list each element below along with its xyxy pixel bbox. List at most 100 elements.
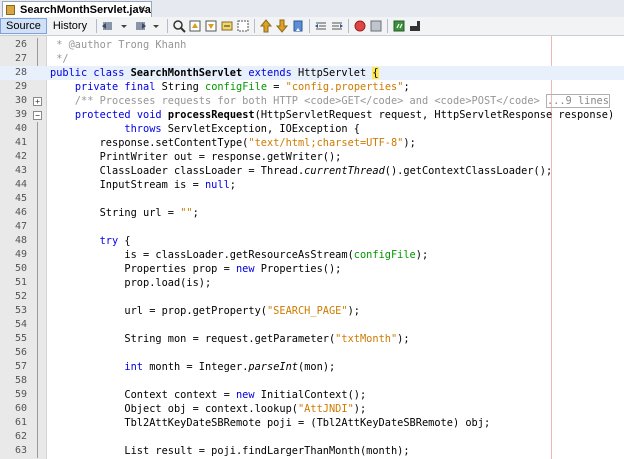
toggle-bookmark-icon[interactable] [290,18,306,34]
code-line[interactable]: 27 */ [0,52,624,66]
file-tab-title[interactable]: SearchMonthServlet.java [20,4,151,16]
code-line[interactable]: 59 Context context = new InitialContext(… [0,388,624,402]
line-number: 57 [14,361,27,372]
code-line[interactable]: 52 [0,290,624,304]
comment-icon[interactable] [391,18,407,34]
code-text: private final String configFile = "confi… [74,81,410,93]
code-line[interactable]: 44 InputStream is = null; [0,178,624,192]
history-forward-icon[interactable] [132,18,148,34]
editor-window: SearchMonthServlet.java × Source History [0,0,624,459]
file-tab[interactable]: SearchMonthServlet.java × [2,1,152,17]
next-bookmark-icon[interactable] [274,18,290,34]
code-editor[interactable]: 26 * @author Trong Khanh 27 */28 public cl… [0,36,624,459]
find-prev-icon[interactable] [187,18,203,34]
code-line[interactable]: 26 * @author Trong Khanh [0,38,624,52]
code-text: InputStream is = null; [50,179,236,191]
line-number: 41 [14,137,27,148]
line-number: 28 [14,67,27,78]
history-back-dropdown-icon[interactable] [116,18,132,34]
toggle-rect-select-icon[interactable] [235,18,251,34]
expand-fold-icon[interactable]: + [33,97,42,106]
code-line[interactable]: 41 response.setContentType("text/html;ch… [0,136,624,150]
stop-macro-icon[interactable] [368,18,384,34]
history-view-button[interactable]: History [47,18,93,34]
code-line[interactable]: 40 throws ServletException, IOException … [0,122,624,136]
line-number: 62 [14,431,27,442]
code-line[interactable]: 50 Properties prop = new Properties(); [0,262,624,276]
line-number: 43 [14,165,27,176]
code-line[interactable]: 57 int month = Integer.parseInt(mon); [0,360,624,374]
code-line[interactable]: 42 PrintWriter out = response.getWriter(… [0,150,624,164]
source-view-button[interactable]: Source [0,18,47,34]
toolbar-separator [254,19,256,33]
line-number: 50 [14,263,27,274]
collapse-fold-icon[interactable]: − [33,111,42,120]
code-line[interactable]: 60 Object obj = context.lookup("AttJNDI"… [0,402,624,416]
code-text: ClassLoader classLoader = Thread.current… [50,165,553,177]
code-text: Object obj = context.lookup("AttJNDI"); [50,403,367,415]
line-number: 30 [14,95,27,106]
shift-left-icon[interactable] [313,18,329,34]
line-number: 59 [14,389,27,400]
code-line[interactable]: 39− protected void processRequest(HttpSe… [0,108,624,122]
line-number: 52 [14,291,27,302]
start-macro-icon[interactable] [352,18,368,34]
code-line[interactable]: 58 [0,374,624,388]
code-text: /** Processes requests for both HTTP <co… [50,94,610,108]
code-text: String mon = request.getParameter("txtMo… [50,333,410,345]
line-number: 26 [14,39,27,50]
code-line[interactable]: 30 + /** Processes requests for both HTTP… [0,94,624,108]
code-line[interactable]: 62 [0,430,624,444]
line-number: 45 [14,193,27,204]
code-line[interactable]: 46 String url = ""; [0,206,624,220]
line-number: 48 [14,235,27,246]
prev-bookmark-icon[interactable] [258,18,274,34]
code-text: url = prop.getProperty("SEARCH_PAGE"); [50,305,360,317]
editor-tab-bar: SearchMonthServlet.java × [0,0,624,18]
code-line[interactable]: 49 is = classLoader.getResourceAsStream(… [0,248,624,262]
code-line[interactable]: 63 List result = poji.findLargerThanMont… [0,444,624,458]
line-number: 51 [14,277,27,288]
code-text: is = classLoader.getResourceAsStream(con… [50,249,429,261]
code-line[interactable]: 56 [0,346,624,360]
code-text: response.setContentType("text/html;chars… [50,137,416,149]
code-line[interactable]: 29 private final String configFile = "co… [0,80,624,94]
find-next-icon[interactable] [203,18,219,34]
code-line[interactable]: 55 String mon = request.getParameter("tx… [0,332,624,346]
code-text: */ [50,53,69,65]
history-forward-dropdown-icon[interactable] [148,18,164,34]
line-number: 53 [14,305,27,316]
line-number: 60 [14,403,27,414]
fold-guide-line [37,38,38,66]
code-text: String url = ""; [50,207,199,219]
code-text: PrintWriter out = response.getWriter(); [50,151,342,163]
code-line[interactable]: 47 [0,220,624,234]
fold-guide-line [37,122,38,458]
code-text: public class SearchMonthServlet extends … [50,67,379,79]
uncomment-icon[interactable] [407,18,423,34]
code-line[interactable]: 53 url = prop.getProperty("SEARCH_PAGE")… [0,304,624,318]
code-text: Context context = new InitialContext(); [50,389,367,401]
code-line[interactable]: 61 Tbl2AttKeyDateSBRemote poji = (Tbl2At… [0,416,624,430]
shift-right-icon[interactable] [329,18,345,34]
code-text: protected void processRequest(HttpServle… [74,109,615,121]
code-text: * @author Trong Khanh [50,39,187,51]
code-line[interactable]: 51 prop.load(is); [0,276,624,290]
editor-toolbar: Source History [0,17,624,36]
close-tab-icon[interactable]: × [138,2,147,15]
code-line[interactable]: 28 public class SearchMonthServlet extend… [0,66,624,80]
code-line[interactable]: 54 [0,318,624,332]
toggle-highlight-icon[interactable] [219,18,235,34]
find-icon[interactable] [171,18,187,34]
line-number: 40 [14,123,27,134]
code-line[interactable]: 43 ClassLoader classLoader = Thread.curr… [0,164,624,178]
code-line[interactable]: 48 try { [0,234,624,248]
line-number: 54 [14,319,27,330]
code-line[interactable]: 45 [0,192,624,206]
line-number: 49 [14,249,27,260]
history-back-icon[interactable] [100,18,116,34]
code-text: throws ServletException, IOException { [124,123,360,135]
line-number: 63 [14,445,27,456]
code-text: Properties prop = new Properties(); [50,263,342,275]
java-file-icon [6,4,15,15]
